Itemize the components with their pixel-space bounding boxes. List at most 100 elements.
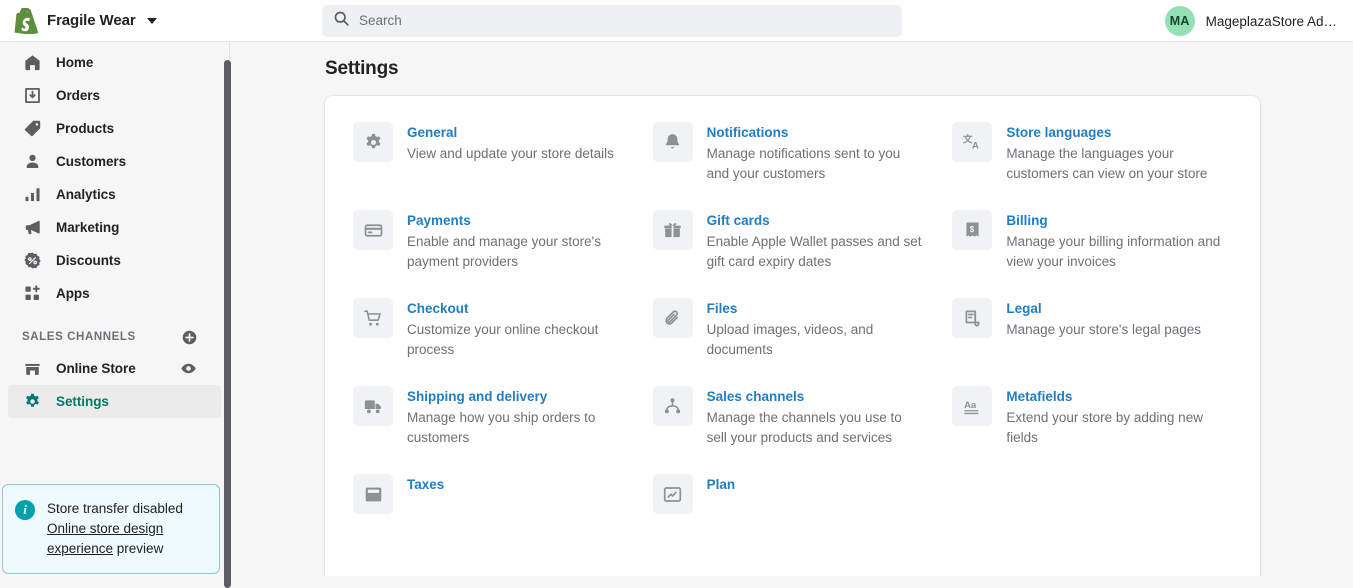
tile-title[interactable]: Gift cards xyxy=(707,211,922,231)
sidebar-item-online-store[interactable]: Online Store xyxy=(8,352,221,385)
bell-icon xyxy=(652,122,693,162)
storefront-icon xyxy=(22,359,42,379)
account-name: MageplazaStore Ad… xyxy=(1205,13,1337,29)
tile-title[interactable]: Payments xyxy=(407,211,622,231)
tile-body: Gift cards Enable Apple Wallet passes an… xyxy=(707,210,922,272)
settings-tile-taxes[interactable]: Taxes xyxy=(353,474,633,540)
receipt-icon: $ xyxy=(952,210,993,250)
sidebar-item-marketing[interactable]: Marketing xyxy=(8,211,221,244)
settings-tile-store-languages[interactable]: 文 A Store languages Manage the languages… xyxy=(952,122,1232,210)
svg-text:Aa: Aa xyxy=(964,400,977,411)
sidebar-item-home[interactable]: Home xyxy=(8,46,221,79)
tile-body: Store languages Manage the languages you… xyxy=(1006,122,1221,184)
settings-tile-notifications[interactable]: Notifications Manage notifications sent … xyxy=(652,122,933,210)
tile-title[interactable]: Files xyxy=(707,299,922,319)
sidebar-item-label: Discounts xyxy=(56,253,121,268)
settings-tile-plan[interactable]: Plan xyxy=(652,474,933,540)
store-switcher[interactable]: Fragile Wear xyxy=(0,0,230,42)
account-menu[interactable]: MA MageplazaStore Ad… xyxy=(1164,0,1337,42)
tile-description: Upload images, videos, and documents xyxy=(706,322,874,357)
gift-card-icon xyxy=(652,210,693,250)
tile-title[interactable]: Store languages xyxy=(1006,123,1221,143)
settings-card: General View and update your store detai… xyxy=(325,96,1260,576)
settings-tile-payments[interactable]: Payments Enable and manage your store's … xyxy=(353,210,633,298)
top-bar: Fragile Wear MA MageplazaStore Ad… xyxy=(0,0,1353,42)
settings-tile-general[interactable]: General View and update your store detai… xyxy=(353,122,633,210)
tile-title[interactable]: Shipping and delivery xyxy=(407,387,622,407)
tile-body: Billing Manage your billing information … xyxy=(1006,210,1221,272)
tile-title[interactable]: Taxes xyxy=(407,475,444,495)
page-title: Settings xyxy=(325,58,399,79)
paperclip-icon xyxy=(652,298,693,338)
search-box[interactable] xyxy=(322,4,902,37)
sidebar-item-products[interactable]: Products xyxy=(8,112,221,145)
sidebar-item-orders[interactable]: Orders xyxy=(8,79,221,112)
tile-title[interactable]: Notifications xyxy=(707,123,922,143)
tile-title[interactable]: Sales channels xyxy=(707,387,922,407)
search-input[interactable] xyxy=(359,13,891,28)
tile-body: General View and update your store detai… xyxy=(407,122,614,164)
orders-icon xyxy=(22,86,42,106)
sidebar-scrollbar-thumb[interactable] xyxy=(224,60,231,588)
tile-title[interactable]: Billing xyxy=(1006,211,1221,231)
plus-circle-icon[interactable] xyxy=(179,327,199,347)
sidebar-scrollbar[interactable] xyxy=(224,42,232,588)
truck-icon xyxy=(353,386,393,426)
discount-icon xyxy=(22,251,42,271)
home-icon xyxy=(22,53,42,73)
tile-description: Manage the channels you use to sell your… xyxy=(706,410,902,445)
info-icon: i xyxy=(15,500,35,520)
tile-body: Metafields Extend your store by adding n… xyxy=(1006,386,1221,448)
tile-body: Checkout Customize your online checkout … xyxy=(407,298,622,360)
sidebar-item-label: Settings xyxy=(56,394,109,409)
metafields-icon: Aa xyxy=(952,386,993,426)
sidebar-item-analytics[interactable]: Analytics xyxy=(8,178,221,211)
sidebar-item-label: Products xyxy=(56,121,115,136)
sidebar-item-settings[interactable]: Settings xyxy=(8,385,221,418)
tile-body: Taxes xyxy=(407,474,444,496)
person-icon xyxy=(22,152,42,172)
settings-tile-shipping-and-delivery[interactable]: Shipping and delivery Manage how you shi… xyxy=(353,386,633,474)
channels-icon xyxy=(652,386,693,426)
sidebar-item-apps[interactable]: Apps xyxy=(8,277,221,310)
tile-title[interactable]: Metafields xyxy=(1006,387,1221,407)
tile-description: Manage the languages your customers can … xyxy=(1006,146,1208,181)
sidebar-item-label: Home xyxy=(56,55,94,70)
settings-tile-metafields[interactable]: Aa Metafields Extend your store by addin… xyxy=(952,386,1232,474)
tile-description: Manage your billing information and view… xyxy=(1006,234,1221,269)
settings-tile-gift-cards[interactable]: Gift cards Enable Apple Wallet passes an… xyxy=(652,210,933,298)
tile-title[interactable]: Plan xyxy=(707,475,736,495)
settings-tile-legal[interactable]: Legal Manage your store's legal pages xyxy=(952,298,1232,386)
settings-tile-billing[interactable]: $ Billing Manage your billing informatio… xyxy=(952,210,1232,298)
sales-channels-header: SALES CHANNELS xyxy=(8,322,221,352)
sidebar-item-discounts[interactable]: Discounts xyxy=(8,244,221,277)
shopify-bag-icon xyxy=(14,7,38,34)
sidebar: Home Orders Products Customers Analytics… xyxy=(0,42,230,576)
sidebar-item-customers[interactable]: Customers xyxy=(8,145,221,178)
taxes-icon xyxy=(353,474,393,514)
settings-tile-empty xyxy=(952,474,1232,540)
plan-icon xyxy=(652,474,693,514)
tile-body: Payments Enable and manage your store's … xyxy=(407,210,622,272)
settings-tile-sales-channels[interactable]: Sales channels Manage the channels you u… xyxy=(652,386,933,474)
gear-icon xyxy=(22,392,42,412)
settings-tile-checkout[interactable]: Checkout Customize your online checkout … xyxy=(353,298,633,386)
tile-description: Customize your online checkout process xyxy=(407,322,599,357)
eye-icon[interactable] xyxy=(179,360,197,378)
sidebar-item-label: Marketing xyxy=(56,220,120,235)
tile-title[interactable]: Checkout xyxy=(407,299,622,319)
tile-body: Shipping and delivery Manage how you shi… xyxy=(407,386,622,448)
tile-title[interactable]: Legal xyxy=(1006,299,1201,319)
search-icon xyxy=(333,10,350,32)
search-container xyxy=(322,4,902,37)
tag-icon xyxy=(22,119,42,139)
tile-description: Extend your store by adding new fields xyxy=(1006,410,1203,445)
sidebar-item-label: Online Store xyxy=(56,361,136,376)
tile-description: Manage your store's legal pages xyxy=(1006,322,1202,337)
language-icon: 文 A xyxy=(952,122,993,162)
settings-tile-files[interactable]: Files Upload images, videos, and documen… xyxy=(652,298,933,386)
tile-title[interactable]: General xyxy=(407,123,614,143)
notice-line-2: disabled xyxy=(132,501,183,516)
tile-body: Files Upload images, videos, and documen… xyxy=(707,298,922,360)
gear-icon xyxy=(353,122,393,162)
